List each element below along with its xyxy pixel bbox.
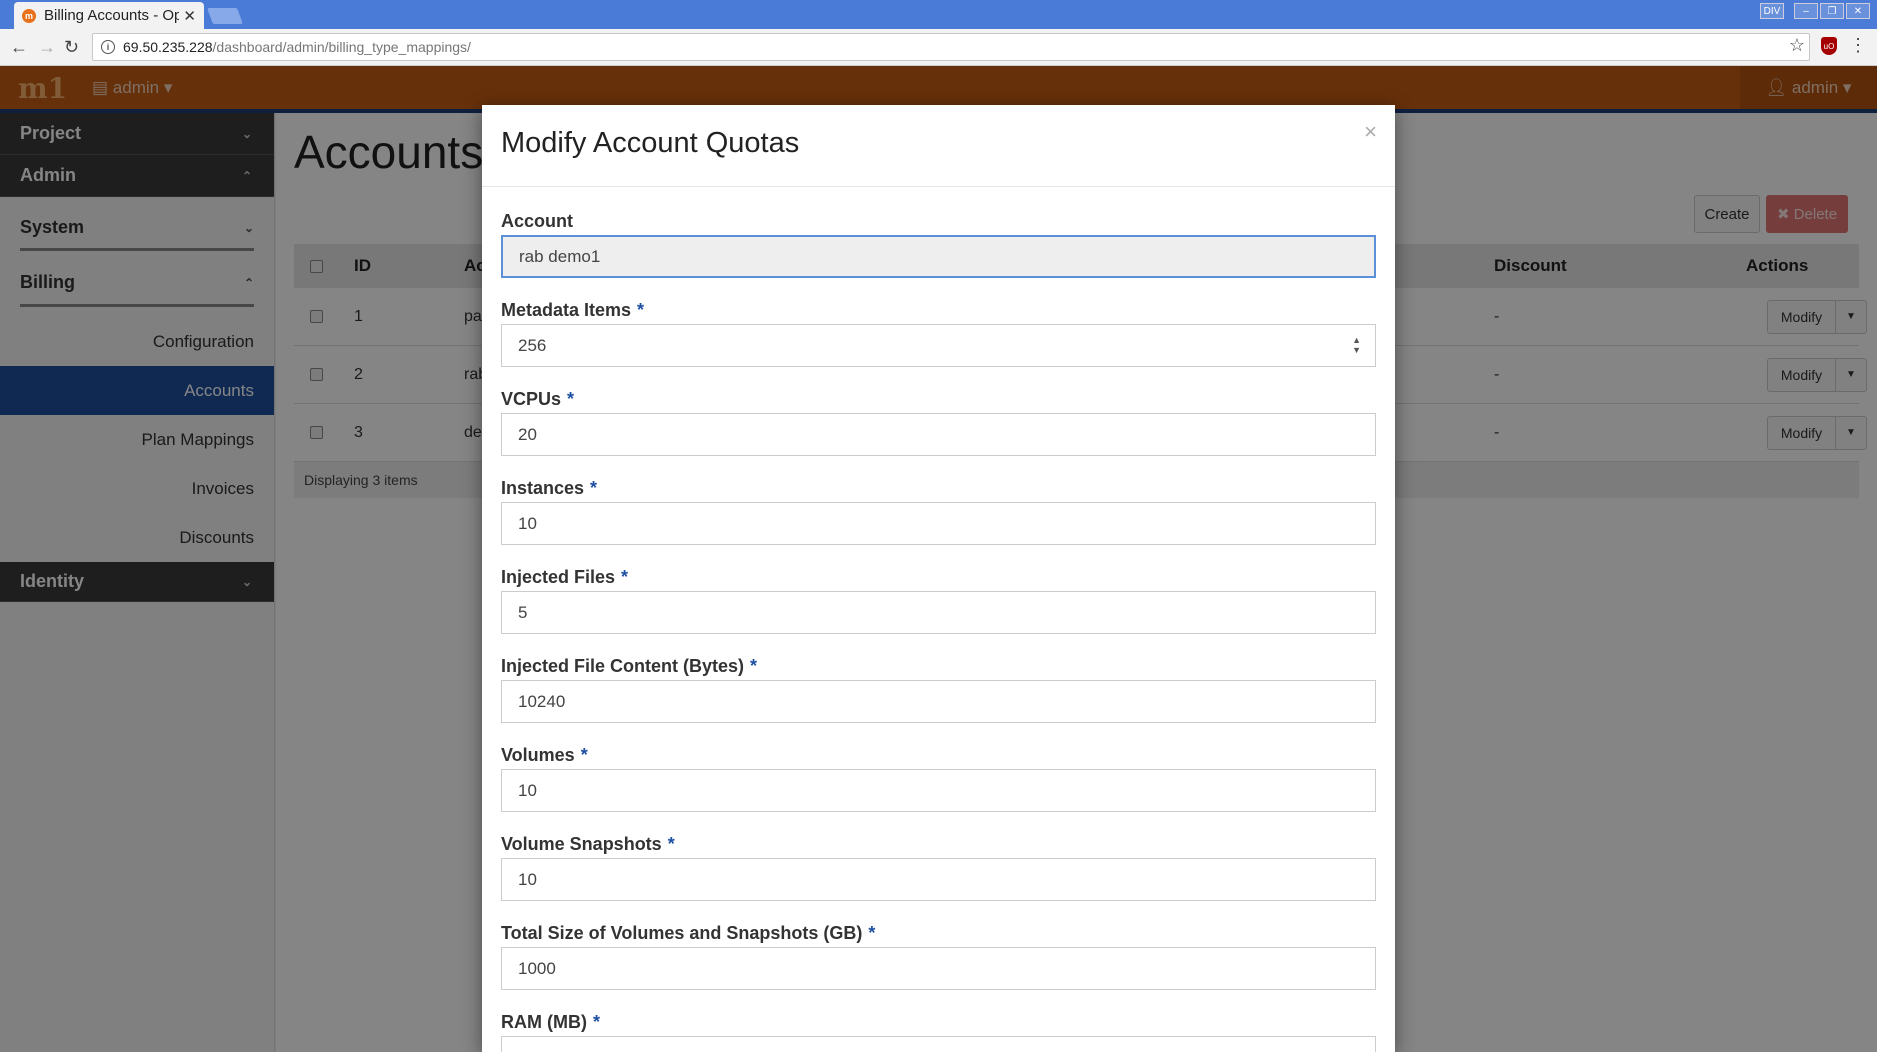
url-path: /dashboard/admin/billing_type_mappings/ xyxy=(212,39,471,55)
app-favicon-icon: m xyxy=(22,8,36,23)
field-volume-snapshots: Volume Snapshots * 10 xyxy=(501,830,1376,901)
vcpus-input[interactable]: 20 xyxy=(501,413,1376,456)
field-label: RAM (MB) * xyxy=(501,1011,600,1032)
required-marker: * xyxy=(592,1011,600,1032)
injected-file-content-input[interactable]: 10240 xyxy=(501,680,1376,723)
reload-icon[interactable]: ↻ xyxy=(64,37,79,58)
forward-icon[interactable]: → xyxy=(38,37,56,58)
injected-files-input[interactable]: 5 xyxy=(501,591,1376,634)
address-bar[interactable]: i 69.50.235.228 /dashboard/admin/billing… xyxy=(92,33,1810,61)
field-volumes: Volumes * 10 xyxy=(501,741,1376,812)
field-injected-file-content: Injected File Content (Bytes) * 10240 xyxy=(501,652,1376,723)
modify-quotas-modal: Modify Account Quotas × Account rab demo… xyxy=(482,105,1395,1052)
field-label: Metadata Items * xyxy=(501,299,645,320)
window-div-badge: DIV xyxy=(1760,3,1784,19)
restore-icon[interactable]: ❐ xyxy=(1820,3,1844,19)
field-label: Injected File Content (Bytes) * xyxy=(501,655,758,676)
browser-tabbar: m Billing Accounts - Op ✕ DIV – ❐ ✕ xyxy=(0,0,1877,29)
volume-snapshots-input[interactable]: 10 xyxy=(501,858,1376,901)
field-vcpus: VCPUs * 20 xyxy=(501,385,1376,456)
account-field[interactable]: rab demo1 xyxy=(501,235,1376,278)
modal-body: Account rab demo1 Metadata Items * 256 ▲ ▼… xyxy=(482,187,1395,1052)
required-marker: * xyxy=(750,655,758,676)
required-marker: * xyxy=(868,922,876,943)
required-marker: * xyxy=(567,388,575,409)
field-label: VCPUs * xyxy=(501,388,575,409)
field-label: Instances * xyxy=(501,477,598,498)
modal-title: Modify Account Quotas xyxy=(501,127,800,159)
required-marker: * xyxy=(621,566,629,587)
field-account: Account rab demo1 xyxy=(501,207,1376,278)
required-marker: * xyxy=(580,744,588,765)
field-label: Volume Snapshots * xyxy=(501,833,675,854)
metadata-items-input[interactable]: 256 ▲ ▼ xyxy=(501,324,1376,367)
browser-toolbar: ← → ↻ i 69.50.235.228 /dashboard/admin/b… xyxy=(0,29,1877,66)
ram-input[interactable] xyxy=(501,1036,1376,1052)
field-ram: RAM (MB) * xyxy=(501,1008,1376,1052)
browser-menu-icon[interactable]: ⋮ xyxy=(1849,35,1867,56)
volumes-input[interactable]: 10 xyxy=(501,769,1376,812)
minimize-icon[interactable]: – xyxy=(1794,3,1818,19)
field-total-size: Total Size of Volumes and Snapshots (GB)… xyxy=(501,919,1376,990)
field-label: Account xyxy=(501,210,573,231)
metadata-items-value: 256 xyxy=(518,335,547,355)
field-label: Injected Files * xyxy=(501,566,629,587)
close-icon[interactable]: × xyxy=(1364,119,1377,145)
back-icon[interactable]: ← xyxy=(10,37,28,58)
required-marker: * xyxy=(637,299,645,320)
ublock-extension-icon[interactable]: uO xyxy=(1821,37,1837,55)
required-marker: * xyxy=(667,833,675,854)
total-size-input[interactable]: 1000 xyxy=(501,947,1376,990)
info-icon[interactable]: i xyxy=(101,40,115,54)
field-instances: Instances * 10 xyxy=(501,474,1376,545)
field-label: Volumes * xyxy=(501,744,588,765)
bookmark-star-icon[interactable]: ☆ xyxy=(1789,35,1805,56)
new-tab-button[interactable] xyxy=(207,8,243,24)
required-marker: * xyxy=(590,477,598,498)
tab-title: Billing Accounts - Op xyxy=(44,7,180,24)
close-window-icon[interactable]: ✕ xyxy=(1846,3,1870,19)
modal-header: Modify Account Quotas × xyxy=(482,105,1395,187)
field-label: Total Size of Volumes and Snapshots (GB)… xyxy=(501,922,876,943)
field-injected-files: Injected Files * 5 xyxy=(501,563,1376,634)
url-host: 69.50.235.228 xyxy=(123,39,213,55)
tab-close-icon[interactable]: ✕ xyxy=(183,7,196,25)
field-metadata-items: Metadata Items * 256 ▲ ▼ xyxy=(501,296,1376,367)
browser-tab[interactable]: m Billing Accounts - Op ✕ xyxy=(14,2,204,29)
instances-input[interactable]: 10 xyxy=(501,502,1376,545)
number-spinner-icon[interactable]: ▲ ▼ xyxy=(1352,335,1361,355)
